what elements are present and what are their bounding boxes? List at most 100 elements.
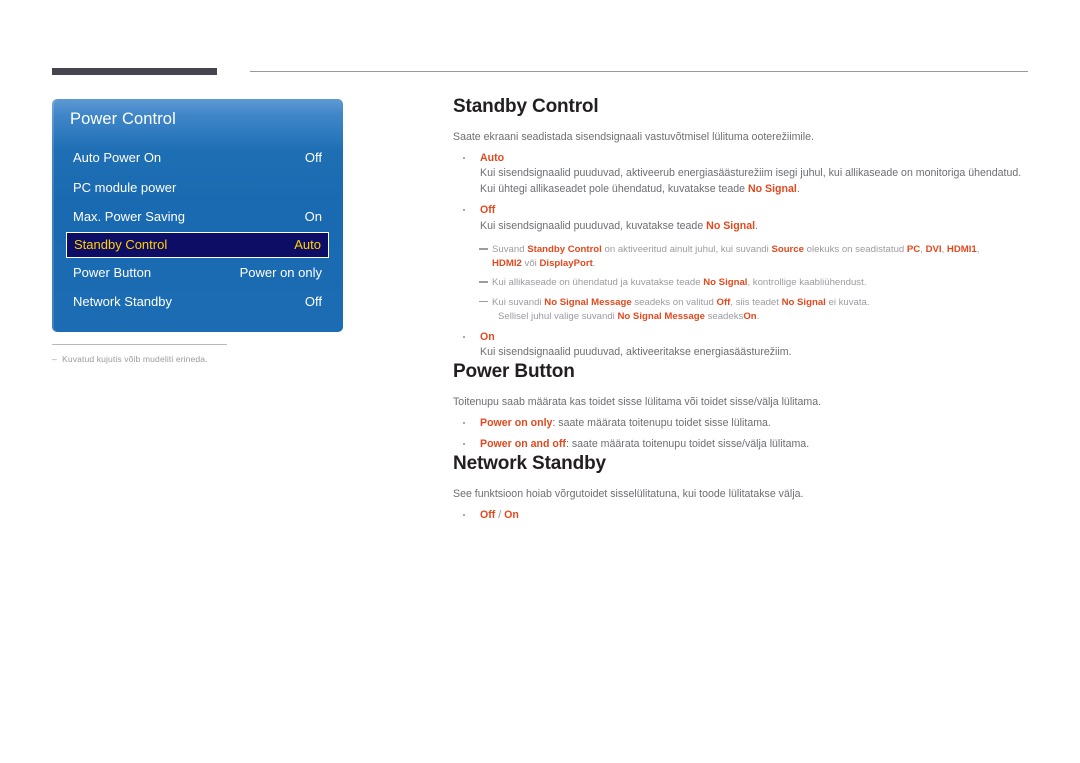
term-no-signal-message: No Signal Message bbox=[617, 310, 705, 322]
note-line-1: Kui suvandi No Signal Message seadeks on… bbox=[492, 296, 1031, 310]
term-source: Source bbox=[771, 244, 804, 256]
text-fragment: seadeks on valitud bbox=[631, 296, 717, 308]
note-item-no-signal-message: Kui suvandi No Signal Message seadeks on… bbox=[453, 296, 1031, 324]
note-line-2: Sellisel juhul valige suvandi No Signal … bbox=[492, 310, 1031, 324]
note-line-1: Suvand Standby Control on aktiveeritud a… bbox=[492, 243, 1031, 257]
osd-row-power-button[interactable]: Power Button Power on only bbox=[66, 258, 329, 288]
header-rule-dark bbox=[52, 68, 217, 75]
bullet-term-on: On bbox=[480, 331, 495, 344]
term-on: On bbox=[504, 508, 519, 521]
term-hdmi2: HDMI2 bbox=[492, 258, 522, 270]
text-fragment: , siis teadet bbox=[730, 296, 782, 308]
bullet-on-line1: Kui sisendsignaalid puuduvad, aktiveerit… bbox=[480, 346, 792, 359]
network-standby-lead: See funktsioon hoiab võrgutoidet sisselü… bbox=[453, 487, 804, 500]
term-on: On bbox=[743, 310, 757, 322]
term-pc: PC bbox=[906, 244, 921, 256]
text-fragment: Sellisel juhul valige suvandi bbox=[498, 310, 618, 322]
osd-row-pc-module-power[interactable]: PC module power bbox=[66, 173, 329, 203]
osd-row-value: Off bbox=[304, 150, 322, 165]
list-item-power-on-only: Power on only: saate määrata toitenupu t… bbox=[453, 416, 1031, 431]
osd-row-label: PC module power bbox=[73, 179, 177, 195]
list-item-power-on-and-off: Power on and off: saate määrata toitenup… bbox=[453, 437, 1031, 452]
standby-control-notes: Suvand Standby Control on aktiveeritud a… bbox=[453, 243, 1031, 324]
term-no-signal: No Signal bbox=[706, 219, 756, 232]
footnote: – Kuvatud kujutis võib mudeliti erineda. bbox=[52, 354, 382, 364]
term-separator: / bbox=[495, 508, 505, 521]
standby-control-bullets-on: On Kui sisendsignaalid puuduvad, aktivee… bbox=[453, 330, 1031, 361]
note-line-1: Kui allikaseade on ühendatud ja kuvataks… bbox=[492, 276, 1031, 290]
text-fragment: Kui suvandi bbox=[492, 296, 545, 308]
text-fragment: Kui allikaseade on ühendatud ja kuvataks… bbox=[492, 277, 704, 289]
osd-row-value: Off bbox=[304, 294, 322, 309]
term-no-signal-message: No Signal Message bbox=[544, 296, 632, 308]
osd-row-value: On bbox=[304, 209, 322, 224]
osd-row-auto-power-on[interactable]: Auto Power On Off bbox=[66, 143, 329, 173]
term-off: Off bbox=[480, 508, 496, 521]
term-no-signal: No Signal bbox=[747, 182, 797, 195]
list-item-on: On Kui sisendsignaalid puuduvad, aktivee… bbox=[453, 330, 1031, 361]
text-fragment: Kui ühtegi allikaseadet pole ühendatud, … bbox=[480, 182, 748, 195]
bullet-rest: : saate määrata toitenupu toidet sisse/v… bbox=[565, 438, 810, 451]
text-fragment: olekuks on seadistatud bbox=[803, 244, 907, 256]
bullet-term-off: Off bbox=[480, 204, 496, 217]
footnote-text: Kuvatud kujutis võib mudeliti erineda. bbox=[62, 354, 208, 364]
list-item-off: Off Kui sisendsignaalid puuduvad, kuvata… bbox=[453, 203, 1031, 234]
text-fragment: . bbox=[796, 182, 800, 195]
term-no-signal: No Signal bbox=[703, 277, 748, 289]
osd-row-label: Power Button bbox=[73, 264, 152, 280]
osd-row-label: Standby Control bbox=[74, 236, 168, 252]
osd-row-standby-control[interactable]: Standby Control Auto bbox=[66, 231, 329, 258]
bullet-term-power-on-only: Power on only bbox=[480, 416, 553, 429]
osd-row-network-standby[interactable]: Network Standby Off bbox=[66, 287, 329, 317]
text-fragment: , kontrollige kaabliühendust. bbox=[747, 277, 867, 289]
network-standby-bullets: Off / On bbox=[453, 508, 1031, 523]
section-network-standby: Network Standby See funktsioon hoiab võr… bbox=[453, 453, 1031, 523]
page-title-network-standby: Network Standby bbox=[453, 452, 606, 474]
text-fragment: seadeks bbox=[704, 310, 744, 322]
text-fragment: Suvand bbox=[492, 244, 528, 256]
bullet-auto-line2: Kui ühtegi allikaseadet pole ühendatud, … bbox=[480, 182, 1031, 197]
osd-menu-rows: Auto Power On Off PC module power Max. P… bbox=[52, 143, 343, 317]
text-fragment: ei kuvata. bbox=[825, 296, 870, 308]
standby-control-bullets: Auto Kui sisendsignaalid puuduvad, aktiv… bbox=[453, 151, 1031, 234]
osd-menu-panel: Power Control Auto Power On Off PC modul… bbox=[52, 99, 343, 332]
bullet-term-auto: Auto bbox=[480, 152, 505, 164]
list-item-off-on: Off / On bbox=[453, 508, 1031, 523]
osd-row-label: Network Standby bbox=[73, 294, 172, 309]
note-line-2: HDMI2 või DisplayPort. bbox=[492, 257, 1031, 271]
section-standby-control: Standby Control Saate ekraani seadistada… bbox=[453, 96, 1031, 361]
bullet-term-power-on-and-off: Power on and off bbox=[480, 438, 566, 451]
osd-row-label: Auto Power On bbox=[73, 150, 162, 165]
footnote-dash: – bbox=[52, 354, 57, 364]
bullet-rest: : saate määrata toitenupu toidet sisse l… bbox=[552, 416, 771, 429]
bullet-auto-line1: Kui sisendsignaalid puuduvad, aktiveerub… bbox=[480, 167, 1022, 180]
standby-control-lead: Saate ekraani seadistada sisendsignaali … bbox=[453, 131, 814, 143]
text-fragment: on aktiveeritud ainult juhul, kui suvand… bbox=[601, 244, 772, 256]
osd-row-value: Auto bbox=[294, 236, 321, 252]
term-hdmi1: HDMI1 bbox=[946, 244, 977, 256]
power-button-bullets: Power on only: saate määrata toitenupu t… bbox=[453, 416, 1031, 453]
text-fragment: . bbox=[592, 258, 596, 270]
text-fragment: , bbox=[976, 244, 980, 256]
note-item-check-cable: Kui allikaseade on ühendatud ja kuvataks… bbox=[453, 276, 1031, 290]
text-fragment: Kui sisendsignaalid puuduvad, kuvatakse … bbox=[480, 219, 707, 232]
osd-menu-title: Power Control bbox=[70, 110, 176, 128]
bullet-off-line1: Kui sisendsignaalid puuduvad, kuvatakse … bbox=[480, 219, 1031, 234]
note-item-source-requirement: Suvand Standby Control on aktiveeritud a… bbox=[453, 243, 1031, 271]
page-title-power-button: Power Button bbox=[453, 360, 575, 382]
term-displayport: DisplayPort bbox=[539, 258, 593, 270]
term-dvi: DVI bbox=[925, 244, 942, 256]
text-fragment: või bbox=[521, 258, 540, 270]
power-button-lead: Toitenupu saab määrata kas toidet sisse … bbox=[453, 395, 822, 408]
page-title-standby-control: Standby Control bbox=[453, 96, 599, 117]
osd-row-label: Max. Power Saving bbox=[73, 209, 185, 224]
text-fragment: . bbox=[756, 310, 760, 322]
section-power-button: Power Button Toitenupu saab määrata kas … bbox=[453, 361, 1031, 453]
header-rule-thin bbox=[250, 71, 1028, 72]
term-no-signal: No Signal bbox=[781, 296, 826, 308]
content-column: Standby Control Saate ekraani seadistada… bbox=[453, 96, 1031, 523]
osd-row-value: Power on only bbox=[239, 264, 322, 280]
term-off: Off bbox=[716, 296, 731, 308]
osd-row-max-power-saving[interactable]: Max. Power Saving On bbox=[66, 202, 329, 232]
footnote-rule bbox=[52, 344, 227, 345]
